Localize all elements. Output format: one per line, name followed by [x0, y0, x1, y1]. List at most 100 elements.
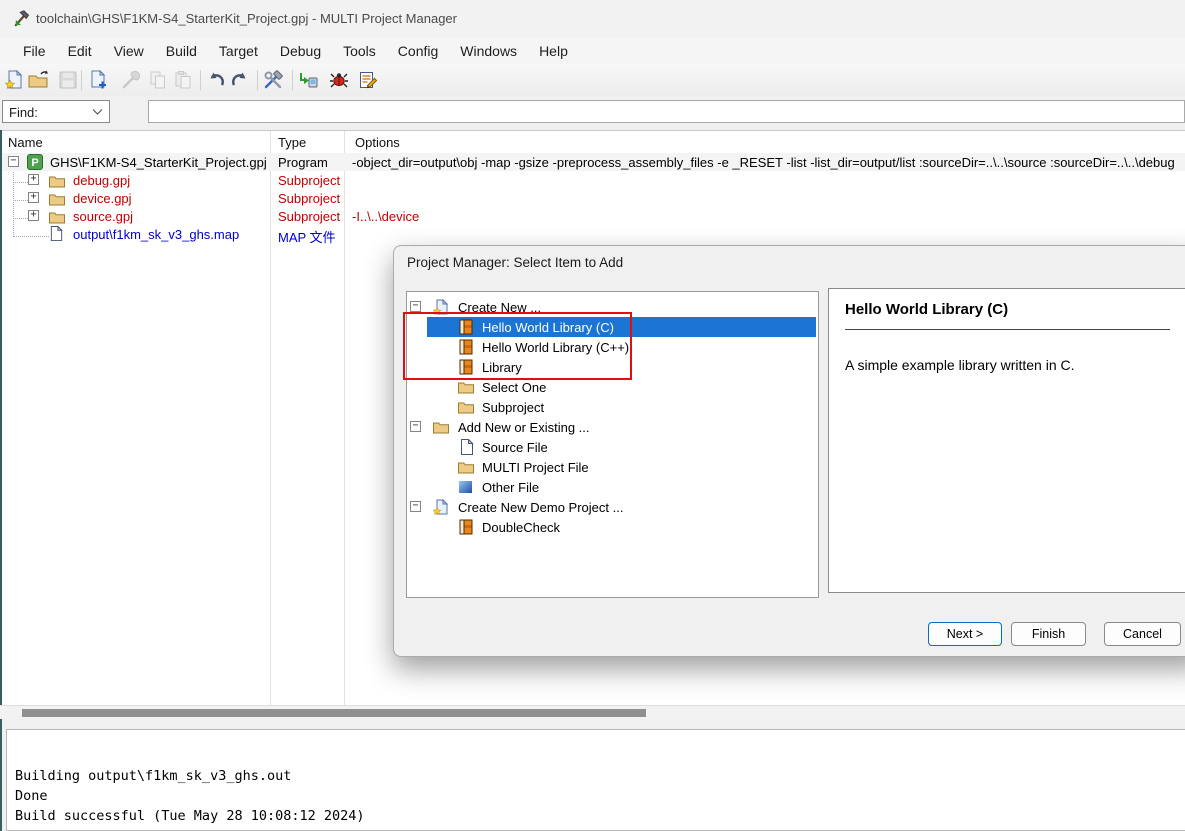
menu-help[interactable]: Help [528, 43, 579, 59]
dialog-tree-item-other-file[interactable]: Other File [407, 477, 818, 497]
menu-tools[interactable]: Tools [332, 43, 387, 59]
find-label: Find: [9, 105, 38, 120]
add-item-dialog: Project Manager: Select Item to Add − Cr… [393, 245, 1185, 657]
file-icon [459, 439, 475, 458]
redo-icon[interactable] [229, 69, 251, 91]
find-bar: Find: [0, 96, 1185, 130]
table-row-debug-gpj[interactable]: + debug.gpj Subproject [0, 171, 1185, 189]
dialog-tree-item-multi-project-file[interactable]: MULTI Project File [407, 457, 818, 477]
menu-target[interactable]: Target [208, 43, 269, 59]
menubar: File Edit View Build Target Debug Tools … [0, 38, 1185, 64]
undo-icon[interactable] [205, 69, 227, 91]
dialog-tree-item-add-new-or-existing[interactable]: − Add New or Existing ... [407, 417, 818, 437]
menu-edit[interactable]: Edit [57, 43, 103, 59]
console-line: Done [15, 788, 48, 804]
column-header-options[interactable]: Options [355, 135, 400, 150]
folder-icon [458, 399, 474, 418]
edit-file-icon[interactable] [357, 69, 379, 91]
tree-item-label: debug.gpj [73, 173, 130, 188]
toolbar-separator [292, 70, 293, 90]
dialog-tree-item-subproject[interactable]: Subproject [407, 397, 818, 417]
dialog-tree-item-create-new-demo-project[interactable]: − Create New Demo Project ... [407, 497, 818, 517]
annotation-box-library-items [403, 312, 632, 380]
folder-icon [458, 459, 474, 478]
multi-hammer-logo-icon [12, 9, 31, 28]
tree-item-type: MAP 文件 [278, 227, 336, 246]
toolbar-separator [257, 70, 258, 90]
expander-minus-icon[interactable]: − [8, 156, 19, 167]
menu-file[interactable]: File [12, 43, 57, 59]
menu-config[interactable]: Config [387, 43, 449, 59]
connect-debugger-icon[interactable] [297, 69, 319, 91]
library-book-icon [458, 519, 474, 538]
debug-bug-icon[interactable] [328, 69, 350, 91]
expander-minus-icon[interactable]: − [410, 421, 421, 432]
tree-item-options: -I..\..\device [352, 209, 1185, 224]
folder-icon [458, 379, 474, 398]
tree-item-type: Subproject [278, 173, 340, 188]
open-icon[interactable] [27, 69, 49, 91]
console-line: Build successful (Tue May 28 10:08:12 20… [15, 808, 365, 824]
expander-plus-icon[interactable]: + [28, 192, 39, 203]
edit-wrench-icon[interactable] [120, 69, 142, 91]
menu-build[interactable]: Build [155, 43, 208, 59]
tree-item-label: device.gpj [73, 191, 132, 206]
heading-divider [845, 329, 1170, 330]
chevron-down-icon [92, 108, 103, 116]
table-row-source-gpj[interactable]: + source.gpj Subproject -I..\..\device [0, 207, 1185, 225]
panel-left-edge [0, 130, 2, 831]
blue-file-icon [458, 479, 474, 498]
folder-icon [433, 419, 449, 438]
toolbar-separator [81, 70, 82, 90]
console-line: Building output\f1km_sk_v3_ghs.out [15, 768, 291, 784]
build-tools-icon[interactable] [262, 69, 284, 91]
toolbar [0, 64, 1185, 97]
paste-icon[interactable] [172, 69, 194, 91]
toolbar-separator [200, 70, 201, 90]
cancel-button[interactable]: Cancel [1104, 622, 1181, 646]
horizontal-scrollbar[interactable] [0, 705, 1185, 719]
tree-item-type: Subproject [278, 209, 340, 224]
item-description-heading: Hello World Library (C) [845, 301, 1008, 318]
column-header-type[interactable]: Type [278, 135, 306, 150]
expander-plus-icon[interactable]: + [28, 210, 39, 221]
new-item-icon [433, 499, 449, 518]
item-description-pane: Hello World Library (C) A simple example… [828, 288, 1185, 593]
menu-debug[interactable]: Debug [269, 43, 332, 59]
item-description-text: A simple example library written in C. [845, 357, 1075, 373]
window-title: toolchain\GHS\F1KM-S4_StarterKit_Project… [36, 11, 457, 26]
menu-windows[interactable]: Windows [449, 43, 528, 59]
table-row-map-file[interactable]: output\f1km_sk_v3_ghs.map MAP 文件 [0, 225, 1185, 243]
finish-button[interactable]: Finish [1011, 622, 1086, 646]
multi-project-manager-window: toolchain\GHS\F1KM-S4_StarterKit_Project… [0, 0, 1185, 831]
tree-item-options: -object_dir=output\obj -map -gsize -prep… [352, 155, 1185, 170]
next-button[interactable]: Next > [928, 622, 1002, 646]
new-project-icon[interactable] [3, 69, 25, 91]
dialog-tree-item-source-file[interactable]: Source File [407, 437, 818, 457]
find-dropdown[interactable]: Find: [2, 100, 110, 123]
dialog-tree-item-doublecheck[interactable]: DoubleCheck [407, 517, 818, 537]
dialog-title: Project Manager: Select Item to Add [407, 255, 623, 270]
tree-item-label: GHS\F1KM-S4_StarterKit_Project.gpj [50, 155, 267, 170]
tree-item-type: Subproject [278, 191, 340, 206]
dialog-tree-item-select-one[interactable]: Select One [407, 377, 818, 397]
tree-item-type: Program [278, 155, 328, 170]
menu-view[interactable]: View [103, 43, 155, 59]
copy-icon[interactable] [147, 69, 169, 91]
add-item-icon[interactable] [87, 69, 109, 91]
titlebar: toolchain\GHS\F1KM-S4_StarterKit_Project… [0, 0, 1185, 39]
build-output-console[interactable]: Building output\f1km_sk_v3_ghs.out Done … [6, 729, 1185, 831]
file-icon [50, 226, 63, 244]
scrollbar-thumb[interactable] [22, 709, 646, 717]
expander-minus-icon[interactable]: − [410, 301, 421, 312]
table-row-device-gpj[interactable]: + device.gpj Subproject [0, 189, 1185, 207]
expander-plus-icon[interactable]: + [28, 174, 39, 185]
table-row-project-root[interactable]: − P GHS\F1KM-S4_StarterKit_Project.gpj P… [0, 153, 1185, 171]
expander-minus-icon[interactable]: − [410, 501, 421, 512]
column-header-name[interactable]: Name [8, 135, 43, 150]
find-text-input[interactable] [148, 100, 1185, 123]
save-icon[interactable] [57, 69, 79, 91]
tree-item-label: source.gpj [73, 209, 133, 224]
tree-item-label: output\f1km_sk_v3_ghs.map [73, 227, 239, 242]
svg-text:P: P [31, 157, 38, 169]
